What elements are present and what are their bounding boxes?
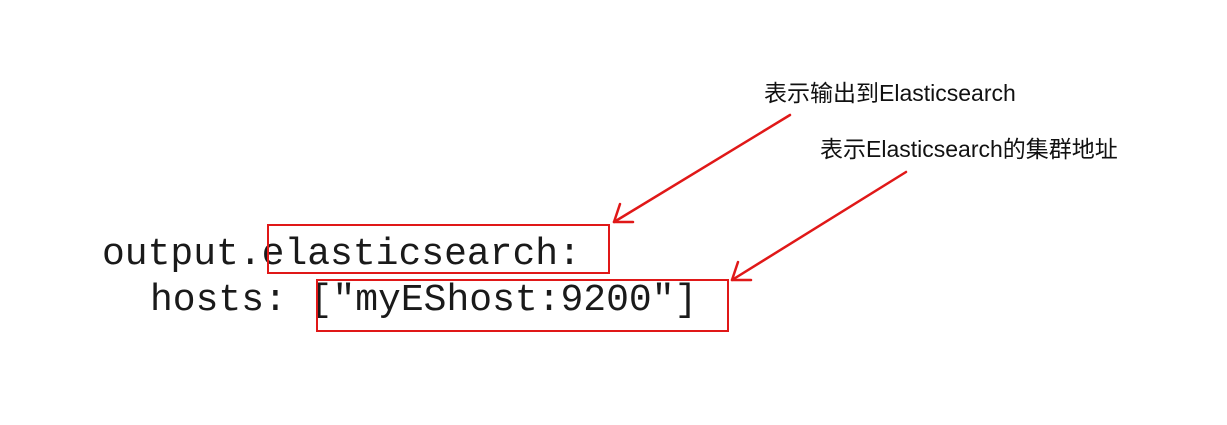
highlight-box-elasticsearch [267, 224, 610, 274]
annotation-output: 表示输出到Elasticsearch [764, 80, 1016, 106]
diagram-canvas: output.elasticsearch: hosts: ["myEShost:… [0, 0, 1227, 425]
highlight-box-hosts [316, 279, 729, 332]
arrow-to-elasticsearch [612, 113, 792, 224]
code-output-prefix: output. [102, 233, 262, 276]
annotation-hosts: 表示Elasticsearch的集群地址 [820, 136, 1118, 162]
arrows-layer [612, 113, 908, 282]
arrow-to-hosts [730, 170, 908, 282]
code-hosts-prefix: hosts: [150, 279, 310, 322]
